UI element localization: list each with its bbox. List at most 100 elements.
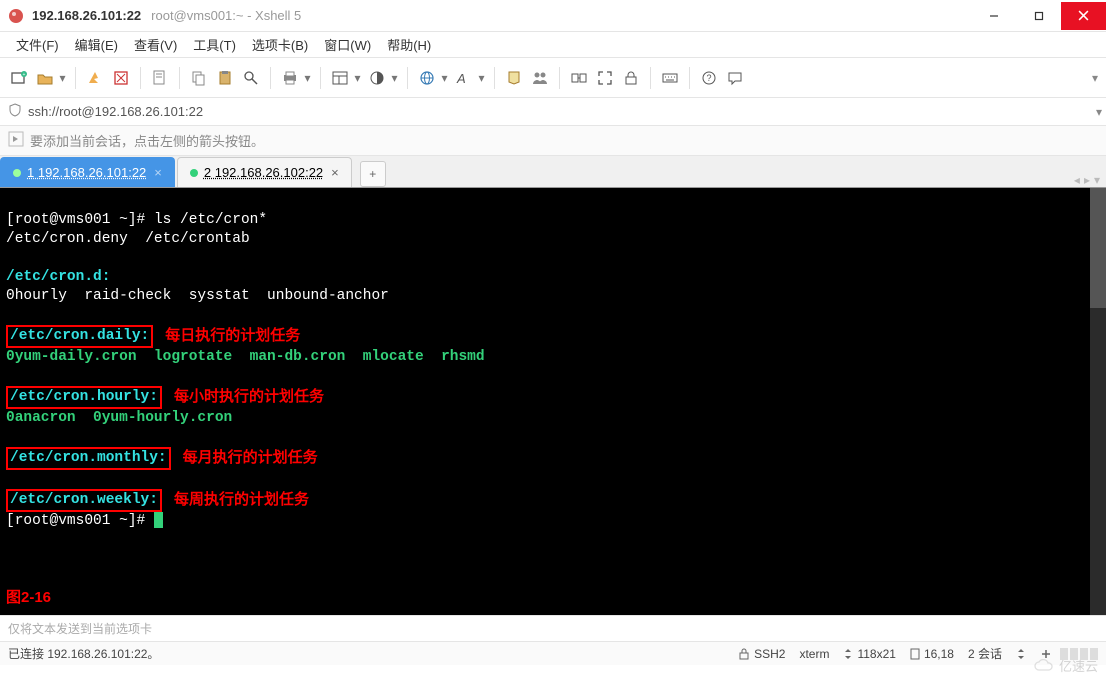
language-icon[interactable] [416, 67, 438, 89]
status-protocol: SSH2 [738, 647, 785, 661]
layout-dropdown-icon[interactable]: ▾ [353, 71, 362, 85]
compose-placeholder: 仅将文本发送到当前选项卡 [8, 620, 152, 637]
statusbar: 已连接 192.168.26.101:22。 SSH2 xterm 118x21… [0, 641, 1106, 665]
lock-small-icon [738, 648, 750, 660]
tab-close-icon[interactable]: × [331, 165, 339, 180]
font-dropdown-icon[interactable]: ▾ [477, 71, 486, 85]
figure-label: 图2-16 [6, 589, 51, 606]
tabbar: 1 192.168.26.101:22 × 2 192.168.26.102:2… [0, 156, 1106, 188]
hintbar: 要添加当前会话，点击左侧的箭头按钮。 [0, 126, 1106, 156]
script-icon[interactable] [503, 67, 525, 89]
tab-next-icon[interactable]: ▸ [1084, 173, 1090, 187]
find-icon[interactable] [240, 67, 262, 89]
tab-label: 2 192.168.26.102:22 [204, 165, 323, 180]
prompt: [root@vms001 ~]# [6, 513, 154, 529]
separator [75, 67, 76, 89]
cursor-pos-icon [910, 648, 920, 660]
separator [650, 67, 651, 89]
connection-status-icon [190, 169, 198, 177]
layout-icon[interactable] [329, 67, 351, 89]
hint-arrow-icon[interactable] [8, 131, 24, 150]
tab-nav: ◂ ▸ ▾ [1074, 173, 1100, 187]
address-text: ssh://root@192.168.26.101:22 [28, 104, 203, 119]
tab-prev-icon[interactable]: ◂ [1074, 173, 1080, 187]
status-size: 118x21 [843, 647, 895, 661]
chat-icon[interactable] [724, 67, 746, 89]
separator [179, 67, 180, 89]
status-cursor-pos: 16,18 [910, 647, 954, 661]
svg-text:+: + [23, 72, 26, 78]
status-sessions-nav[interactable] [1016, 648, 1026, 660]
cursor-icon [154, 512, 163, 528]
open-session-icon[interactable] [34, 67, 56, 89]
prompt: [root@vms001 ~]# [6, 212, 154, 228]
weekly-header: /etc/cron.weekly: [10, 492, 158, 508]
cron-d-list: 0hourly raid-check sysstat unbound-ancho… [6, 288, 389, 304]
addressbar[interactable]: ssh://root@192.168.26.101:22 ▾ [0, 98, 1106, 126]
color-dropdown-icon[interactable]: ▾ [390, 71, 399, 85]
fullscreen-icon[interactable] [594, 67, 616, 89]
print-icon[interactable] [279, 67, 301, 89]
window-controls [971, 2, 1106, 30]
new-tab-button[interactable]: + [360, 161, 386, 187]
language-dropdown-icon[interactable]: ▾ [440, 71, 449, 85]
paste-icon[interactable] [214, 67, 236, 89]
tab-list-icon[interactable]: ▾ [1094, 173, 1100, 187]
tab-label: 1 192.168.26.101:22 [27, 165, 146, 180]
hourly-list: 0anacron 0yum-hourly.cron [6, 410, 232, 426]
hourly-header-box: /etc/cron.hourly: [6, 386, 162, 409]
terminal-scrollbar[interactable] [1090, 188, 1106, 615]
monthly-annotation: 每月执行的计划任务 [183, 449, 318, 466]
transfer-icon[interactable] [568, 67, 590, 89]
toolbar-overflow-icon[interactable]: ▾ [1088, 58, 1102, 98]
svg-text:?: ? [706, 73, 711, 83]
color-scheme-icon[interactable] [366, 67, 388, 89]
close-button[interactable] [1061, 2, 1106, 30]
open-dropdown-icon[interactable]: ▾ [58, 71, 67, 85]
command: ls /etc/cron* [154, 212, 267, 228]
scrollbar-thumb[interactable] [1090, 188, 1106, 308]
monthly-header-box: /etc/cron.monthly: [6, 447, 171, 470]
compose-bar[interactable]: 仅将文本发送到当前选项卡 [0, 615, 1106, 641]
menu-window[interactable]: 窗口(W) [318, 32, 377, 57]
hourly-header: /etc/cron.hourly: [10, 389, 158, 405]
separator [559, 67, 560, 89]
daily-header-box: /etc/cron.daily: [6, 325, 153, 348]
lock-icon[interactable] [620, 67, 642, 89]
menu-tools[interactable]: 工具(T) [187, 32, 242, 57]
terminal[interactable]: [root@vms001 ~]# ls /etc/cron* /etc/cron… [0, 188, 1106, 615]
font-icon[interactable]: A [453, 67, 475, 89]
daily-list: 0yum-daily.cron logrotate man-db.cron ml… [6, 349, 485, 365]
new-session-icon[interactable]: + [8, 67, 30, 89]
menu-edit[interactable]: 编辑(E) [69, 32, 124, 57]
status-sessions: 2 会话 [968, 645, 1002, 662]
daily-header: /etc/cron.daily: [10, 328, 149, 344]
hint-text: 要添加当前会话，点击左侧的箭头按钮。 [30, 131, 264, 150]
properties-icon[interactable] [149, 67, 171, 89]
status-connection: 已连接 192.168.26.101:22。 [8, 645, 724, 662]
copy-icon[interactable] [188, 67, 210, 89]
users-icon[interactable] [529, 67, 551, 89]
resize-icon [843, 648, 853, 660]
tab-close-icon[interactable]: × [154, 165, 162, 180]
session-tab-2[interactable]: 2 192.168.26.102:22 × [177, 157, 352, 187]
print-dropdown-icon[interactable]: ▾ [303, 71, 312, 85]
keyboard-icon[interactable] [659, 67, 681, 89]
reconnect-icon[interactable] [84, 67, 106, 89]
address-dropdown-icon[interactable]: ▾ [1096, 105, 1102, 119]
maximize-button[interactable] [1016, 2, 1061, 30]
title-ip: 192.168.26.101:22 [32, 8, 141, 23]
weekly-annotation: 每周执行的计划任务 [174, 491, 309, 508]
minimize-button[interactable] [971, 2, 1016, 30]
menu-view[interactable]: 查看(V) [128, 32, 183, 57]
session-tab-1[interactable]: 1 192.168.26.101:22 × [0, 157, 175, 187]
menu-help[interactable]: 帮助(H) [381, 32, 437, 57]
disconnect-icon[interactable] [110, 67, 132, 89]
daily-annotation: 每日执行的计划任务 [165, 327, 300, 344]
menu-file[interactable]: 文件(F) [10, 32, 65, 57]
menu-tab[interactable]: 选项卡(B) [246, 32, 314, 57]
separator [407, 67, 408, 89]
separator [494, 67, 495, 89]
separator [320, 67, 321, 89]
help-icon[interactable]: ? [698, 67, 720, 89]
